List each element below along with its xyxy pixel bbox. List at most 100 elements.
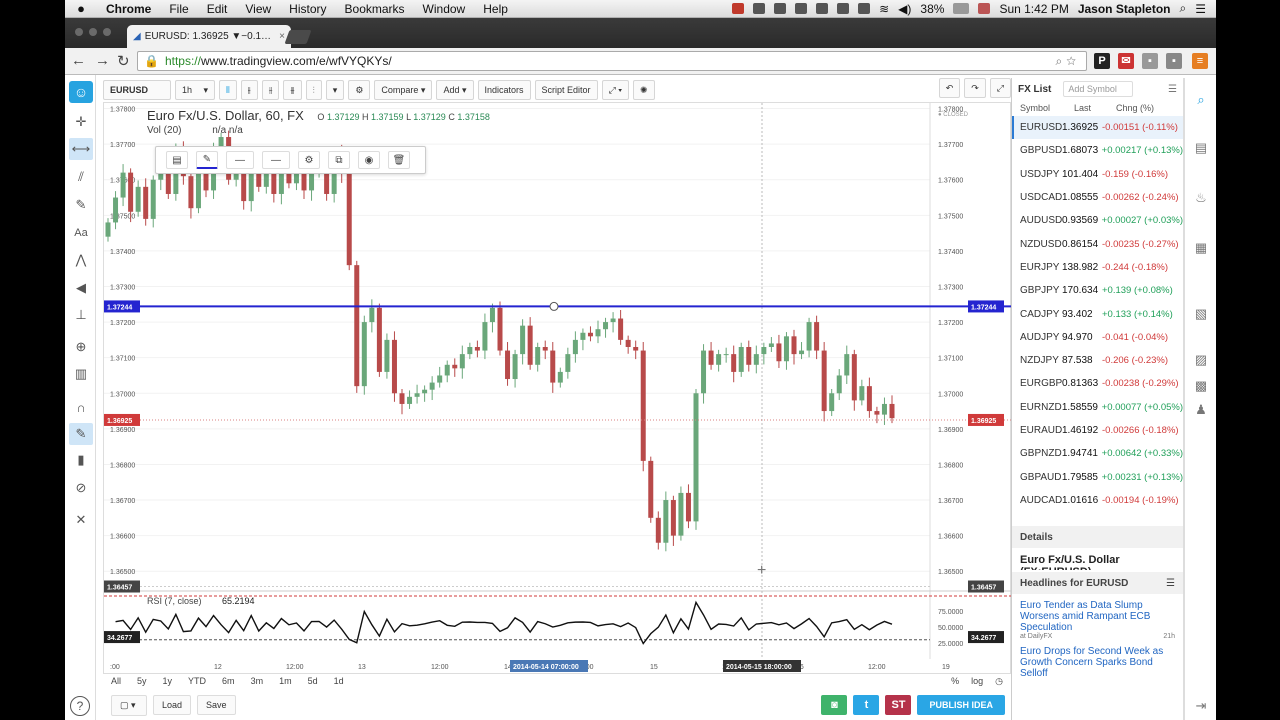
watchlist-row[interactable]: NZDJPY 87.538 -0.206 (-0.23%) bbox=[1012, 349, 1183, 372]
tray-timemachine-icon[interactable] bbox=[837, 3, 850, 14]
hotlist-flame-icon[interactable]: ♨ bbox=[1192, 190, 1210, 206]
watchlist-row[interactable]: CADJPY 93.402 +0.133 (+0.14%) bbox=[1012, 302, 1183, 325]
fullscreen-icon[interactable]: ⤢ bbox=[989, 78, 1011, 98]
watchlist-menu-icon[interactable]: ☰ bbox=[1168, 84, 1177, 95]
col-symbol[interactable]: Symbol bbox=[1020, 103, 1074, 113]
range-1y[interactable]: 1y bbox=[155, 676, 181, 686]
apple-icon[interactable]: ● bbox=[65, 1, 97, 16]
reload-icon[interactable]: ↻ bbox=[117, 52, 130, 70]
remove-drawings-icon[interactable]: ✕ bbox=[69, 509, 93, 531]
notification-center-icon[interactable]: ☰ bbox=[1195, 2, 1206, 16]
minimize-window-icon[interactable] bbox=[89, 28, 97, 36]
ext-tools-icon[interactable]: ▪ bbox=[1166, 53, 1182, 69]
measure-tool-icon[interactable]: ⊥ bbox=[69, 304, 93, 326]
range-ytd[interactable]: YTD bbox=[180, 676, 214, 686]
ext-grey-icon[interactable]: ▪ bbox=[1142, 53, 1158, 69]
twitter-icon[interactable]: t bbox=[853, 695, 880, 715]
smiley-icon[interactable]: ☺ bbox=[69, 81, 93, 103]
settings-gear-icon[interactable]: ⚙ bbox=[348, 80, 371, 100]
close-tab-icon[interactable]: × bbox=[279, 31, 285, 42]
save-button[interactable]: Save bbox=[197, 695, 236, 715]
watchlist-row[interactable]: GBPAUD 1.79585 +0.00231 (+0.13%) bbox=[1012, 465, 1183, 488]
hollow-candles-icon[interactable]: ⫳ bbox=[261, 80, 280, 100]
watchlist-row[interactable]: AUDUSD 0.93569 +0.00027 (+0.03%) bbox=[1012, 209, 1183, 232]
headline-link[interactable]: Euro Drops for Second Week as Growth Con… bbox=[1012, 646, 1183, 679]
calendar-icon[interactable]: ▦ bbox=[1192, 240, 1210, 256]
volume-legend[interactable]: Vol (20) n/a n/a bbox=[147, 125, 243, 136]
search-star-icons[interactable]: ⌕☆ bbox=[1055, 54, 1080, 69]
watchlist-row[interactable]: EURUSD 1.36925 -0.00151 (-0.11%) bbox=[1012, 116, 1183, 140]
zoom-window-icon[interactable] bbox=[103, 28, 111, 36]
text-tool-icon[interactable]: Aa bbox=[69, 222, 93, 244]
percent-scale-toggle[interactable]: % bbox=[951, 676, 959, 687]
range-6m[interactable]: 6m bbox=[214, 676, 243, 686]
forward-arrow-icon[interactable]: → bbox=[95, 52, 110, 69]
menu-window[interactable]: Window bbox=[414, 2, 475, 16]
drawing-templates-icon[interactable]: ⤢ ▾ bbox=[601, 80, 630, 100]
wifi-icon[interactable]: ≋ bbox=[879, 2, 889, 16]
range-all[interactable]: All bbox=[103, 676, 129, 686]
price-chart[interactable]: 1.378001.378001.377001.377001.376001.376… bbox=[104, 103, 1012, 675]
collapse-panel-icon[interactable]: ⇥ bbox=[1192, 698, 1210, 714]
col-last[interactable]: Last bbox=[1074, 103, 1116, 113]
candles-style-icon[interactable]: ⫴ bbox=[219, 80, 237, 100]
menu-app-name[interactable]: Chrome bbox=[97, 2, 160, 16]
chart-area[interactable]: 1.378001.378001.377001.377001.376001.376… bbox=[103, 102, 1012, 675]
tray-app3-icon[interactable] bbox=[795, 3, 808, 14]
watchlist-row[interactable]: EURJPY 138.982 -0.244 (-0.18%) bbox=[1012, 256, 1183, 279]
help-icon[interactable]: ? bbox=[70, 696, 90, 716]
volume-icon[interactable]: ◀) bbox=[898, 2, 911, 16]
log-scale-toggle[interactable]: log bbox=[971, 676, 983, 687]
bulb-icon[interactable]: ✺ bbox=[633, 80, 655, 100]
chrome-menu-icon[interactable]: ≡ bbox=[1192, 53, 1208, 69]
menu-edit[interactable]: Edit bbox=[198, 2, 237, 16]
layout-select[interactable]: ▢ ▾ bbox=[111, 694, 147, 716]
clock[interactable]: Sun 1:42 PM bbox=[999, 2, 1068, 16]
watchlist-row[interactable]: AUDJPY 94.970 -0.041 (-0.04%) bbox=[1012, 326, 1183, 349]
redo-icon[interactable]: ↷ bbox=[964, 78, 986, 98]
compare-button[interactable]: Compare ▾ bbox=[374, 80, 433, 100]
crosshair-tool-icon[interactable]: ✛ bbox=[69, 111, 93, 133]
messages-icon[interactable]: ▩ bbox=[1192, 378, 1210, 394]
headlines-menu-icon[interactable]: ☰ bbox=[1166, 578, 1175, 589]
ideas-stream-icon[interactable]: ▧ bbox=[1192, 306, 1210, 322]
range-5y[interactable]: 5y bbox=[129, 676, 155, 686]
menu-help[interactable]: Help bbox=[474, 2, 517, 16]
interval-select[interactable]: 1h ▾ bbox=[175, 80, 215, 100]
watchlist-icon[interactable]: ⌕ bbox=[1192, 92, 1210, 108]
stay-in-drawing-icon[interactable]: ✎ bbox=[69, 423, 93, 445]
range-1m[interactable]: 1m bbox=[271, 676, 300, 686]
ext-p-icon[interactable]: P bbox=[1094, 53, 1110, 69]
menu-history[interactable]: History bbox=[280, 2, 335, 16]
notes-icon[interactable]: ▤ bbox=[1192, 140, 1210, 156]
line-color-icon[interactable]: ✎ bbox=[196, 151, 218, 169]
visibility-eye-icon[interactable]: ◉ bbox=[358, 151, 380, 169]
chat-icon[interactable]: ▨ bbox=[1192, 352, 1210, 368]
template-icon[interactable]: ▤ bbox=[166, 151, 188, 169]
browser-tab[interactable]: ◢ EURUSD: 1.36925 ▼−0.1… × bbox=[127, 25, 291, 48]
add-button[interactable]: Add ▾ bbox=[436, 80, 474, 100]
watchlist-row[interactable]: AUDCAD 1.01616 -0.00194 (-0.19%) bbox=[1012, 489, 1183, 512]
battery-percent[interactable]: 38% bbox=[920, 2, 944, 16]
add-symbol-input[interactable]: Add Symbol bbox=[1063, 81, 1134, 97]
script-editor-button[interactable]: Script Editor bbox=[534, 80, 598, 100]
range-3m[interactable]: 3m bbox=[243, 676, 272, 686]
clone-icon[interactable]: ⧉ bbox=[328, 151, 350, 169]
battery-icon[interactable] bbox=[953, 3, 970, 14]
arrow-tool-icon[interactable]: ◀ bbox=[69, 277, 93, 299]
undo-icon[interactable]: ↶ bbox=[938, 78, 961, 98]
properties-gear-icon[interactable]: ⚙ bbox=[298, 151, 320, 169]
hide-drawings-icon[interactable]: ⊘ bbox=[69, 477, 93, 499]
delete-trash-icon[interactable]: 🗑 bbox=[388, 151, 410, 169]
menu-file[interactable]: File bbox=[160, 2, 197, 16]
brush-tool-icon[interactable]: ✎ bbox=[69, 194, 93, 216]
watchlist-row[interactable]: USDCAD 1.08555 -0.00262 (-0.24%) bbox=[1012, 186, 1183, 209]
spotlight-icon[interactable]: ⌕ bbox=[1180, 1, 1187, 16]
ruler-tool-icon[interactable]: ▥ bbox=[69, 363, 93, 385]
tray-sync-icon[interactable] bbox=[816, 3, 829, 14]
menu-view[interactable]: View bbox=[236, 2, 280, 16]
pattern-tool-icon[interactable]: ⋀ bbox=[69, 249, 93, 271]
menu-bookmarks[interactable]: Bookmarks bbox=[336, 2, 414, 16]
magnet-icon[interactable]: ∩ bbox=[69, 396, 93, 418]
headline-link[interactable]: Euro Tender as Data Slump Worsens amid R… bbox=[1012, 600, 1183, 633]
